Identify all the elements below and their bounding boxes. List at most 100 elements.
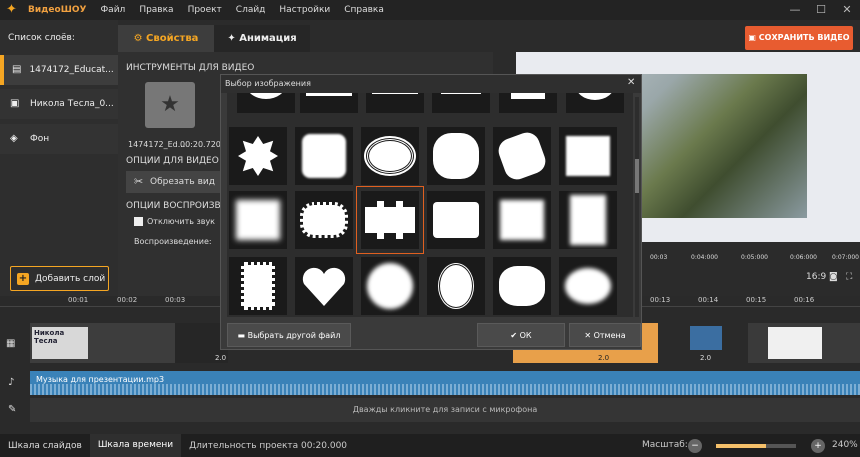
mask-thumb-selected[interactable] [356, 186, 424, 254]
timeline-tick: 00:16 [794, 296, 815, 304]
zoom-value: 240% [832, 440, 858, 450]
heart-mask-shape [302, 266, 346, 306]
mask-thumb[interactable] [559, 257, 617, 315]
zoom-out-button[interactable]: − [688, 439, 702, 453]
close-icon[interactable]: ✕ [834, 0, 860, 20]
mask-thumb[interactable] [499, 93, 557, 113]
mask-thumb[interactable] [229, 127, 287, 185]
mask-shape [437, 262, 475, 310]
microphone-track[interactable]: Дважды кликните для записи с микрофона [30, 398, 860, 422]
ok-button[interactable]: ✔ ОК [477, 323, 565, 347]
aspect-ratio[interactable]: 16:9 [806, 272, 826, 282]
minimize-icon[interactable]: — [782, 0, 808, 20]
ruler-tick: 0:07:000 [832, 254, 859, 261]
menu-slide[interactable]: Слайд [236, 5, 266, 15]
mask-thumb[interactable] [229, 191, 287, 249]
menu-file[interactable]: Файл [100, 5, 125, 15]
menu-project[interactable]: Проект [188, 5, 222, 15]
mask-thumb[interactable] [295, 257, 353, 315]
mask-shape [500, 200, 544, 240]
tab-properties[interactable]: ⚙ Свойства [118, 25, 214, 52]
mask-thumb[interactable] [427, 257, 485, 315]
mask-thumb[interactable] [361, 257, 419, 315]
app-name: ВидеоШОУ [28, 5, 87, 15]
gallery-scrollbar[interactable] [635, 97, 639, 317]
mute-label: Отключить звук [147, 217, 216, 226]
dialog-close-icon[interactable]: ✕ [627, 77, 635, 88]
mask-thumb[interactable] [229, 257, 287, 315]
zoom-slider-fill [716, 444, 766, 448]
scrollbar-thumb[interactable] [635, 159, 639, 193]
transition-thumbnail[interactable] [690, 326, 722, 350]
paint-bucket-icon: ◈ [10, 133, 18, 144]
mask-thumb[interactable] [566, 93, 624, 113]
tab-label: Анимация [239, 33, 297, 44]
clip-slide[interactable] [748, 323, 860, 363]
mask-thumb[interactable] [300, 93, 358, 113]
layer-label: Фон [30, 134, 50, 144]
menu-help[interactable]: Справка [344, 5, 384, 15]
image-icon: ▣ [10, 98, 20, 109]
mask-thumb[interactable] [295, 191, 353, 249]
ruler-tick: 0:04:000 [691, 254, 718, 261]
zoom-slider-track[interactable] [716, 444, 796, 448]
crop-video-label: Обрезать вид [150, 177, 215, 187]
timeline-tick: 00:01 [68, 296, 89, 304]
audio-track[interactable]: Музыка для презентации.mp3 [30, 371, 860, 395]
add-layer-button[interactable]: + Добавить слой [10, 266, 109, 291]
mask-thumb[interactable] [493, 191, 551, 249]
timeline-tick: 00:13 [650, 296, 671, 304]
video-options-heading: ОПЦИИ ДЛЯ ВИДЕО [126, 156, 219, 166]
mask-shape [575, 93, 615, 100]
timeline-scale-tab[interactable]: Шкала времени [89, 434, 182, 457]
layer-item-image[interactable]: ▣ Никола Тесла_0... [0, 89, 118, 119]
choose-other-file-button[interactable]: ▬ Выбрать другой файл [227, 323, 351, 347]
clip-thumbnail [768, 327, 822, 359]
video-thumbnail-icon: ★ [145, 82, 195, 128]
mute-checkbox[interactable] [134, 217, 143, 226]
app-logo-icon: ✦ [6, 2, 17, 17]
crop-video-button[interactable]: ✂ Обрезать вид [126, 171, 222, 193]
menu-bar: ✦ ВидеоШОУ Файл Правка Проект Слайд Наст… [0, 0, 860, 20]
mask-gallery [227, 93, 633, 317]
mask-shape [511, 93, 545, 99]
check-icon: ✔ [510, 331, 520, 340]
mask-thumb[interactable] [237, 93, 295, 113]
fullscreen-icon[interactable]: ⛶ [846, 272, 852, 282]
clip-slide[interactable]: Никола Тесла [30, 323, 175, 363]
save-video-button[interactable]: ▣ СОХРАНИТЬ ВИДЕО [745, 26, 853, 50]
mask-shape [367, 263, 413, 309]
ruler-tick: 0:06:000 [790, 254, 817, 261]
mask-thumb[interactable] [361, 127, 419, 185]
layer-item-video[interactable]: ▤ 1474172_Educat... ➜ [0, 55, 127, 85]
mask-thumb[interactable] [559, 127, 617, 185]
cancel-button[interactable]: ✕ Отмена [569, 323, 641, 347]
layer-item-background[interactable]: ◈ Фон [0, 124, 118, 154]
speaker-icon: ♪ [8, 377, 15, 388]
zoom-in-button[interactable]: + [811, 439, 825, 453]
tab-animation[interactable]: ✦ Анимация [214, 25, 310, 52]
film-icon: ▤ [12, 64, 22, 75]
camera-icon[interactable]: ◙ [829, 272, 838, 282]
mask-thumb[interactable] [559, 191, 617, 249]
mask-thumb[interactable] [493, 127, 551, 185]
image-picker-dialog: Выбор изображения ✕ ▬ Выбрать другой фай… [220, 74, 642, 350]
mask-shape [241, 262, 275, 310]
mask-thumb[interactable] [432, 93, 490, 113]
mask-thumb[interactable] [427, 191, 485, 249]
timeline-tick: 00:14 [698, 296, 719, 304]
video-duration: 00:20.720 [180, 140, 221, 149]
mask-thumb[interactable] [295, 127, 353, 185]
slides-scale-tab[interactable]: Шкала слайдов [0, 441, 90, 451]
mask-shape [495, 129, 549, 183]
mask-thumb[interactable] [366, 93, 424, 113]
mask-thumb[interactable] [493, 257, 551, 315]
layer-label: 1474172_Educat... [29, 65, 114, 75]
mask-thumb[interactable] [427, 127, 485, 185]
transition-duration: 2.0 [700, 354, 712, 362]
maximize-icon[interactable]: ☐ [808, 0, 834, 20]
menu-settings[interactable]: Настройки [279, 5, 330, 15]
menu-edit[interactable]: Правка [139, 5, 173, 15]
mask-shape [364, 136, 416, 176]
transition-duration: 2.0 [598, 354, 610, 362]
